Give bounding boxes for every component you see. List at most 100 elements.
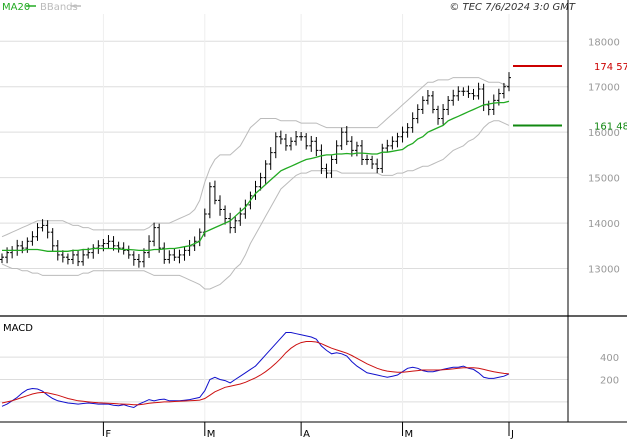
price-bar <box>60 250 65 263</box>
price-bar <box>461 87 466 96</box>
price-bar <box>253 180 258 200</box>
price-bar <box>425 90 430 105</box>
price-bar <box>446 96 451 116</box>
price-bar <box>314 137 319 157</box>
price-bar <box>486 100 491 116</box>
price-bar <box>212 180 217 205</box>
bbands-legend-label: BBands <box>40 2 78 13</box>
price-bar <box>218 195 223 216</box>
price-bar <box>81 248 86 266</box>
price-bar <box>233 216 238 233</box>
price-y-tick-label: 18000 <box>588 37 620 48</box>
price-bar <box>273 132 278 159</box>
price-bar <box>329 155 334 178</box>
price-bar <box>410 112 415 133</box>
price-bar <box>172 248 177 261</box>
ma20-legend-label: MA20 <box>2 2 30 13</box>
macd-y-tick-label: 200 <box>600 376 619 387</box>
price-bar <box>263 160 268 184</box>
price-bar <box>436 105 441 125</box>
price-bar <box>319 144 324 174</box>
price-y-tick-label: 15000 <box>588 174 620 185</box>
price-bar <box>288 137 293 151</box>
month-tick-label: M <box>207 429 216 440</box>
price-y-tick-label: 17000 <box>588 83 620 94</box>
price-bar <box>466 85 471 98</box>
price-bar <box>177 249 182 264</box>
price-bar <box>5 247 10 264</box>
price-bar <box>370 155 375 169</box>
price-bar <box>481 83 486 112</box>
price-bar <box>96 240 101 254</box>
month-tick-label: J <box>510 429 514 440</box>
price-bar <box>491 94 496 115</box>
price-y-tick-label: 14000 <box>588 219 620 230</box>
price-bar <box>420 96 425 114</box>
price-bar <box>476 82 481 100</box>
resistance-level-label: 174 57 <box>594 62 627 73</box>
price-bar <box>55 240 60 261</box>
price-bar <box>101 239 106 252</box>
price-bar <box>375 158 380 174</box>
price-bar <box>283 133 288 151</box>
price-bar <box>65 253 70 265</box>
price-bar <box>365 154 370 165</box>
price-bar <box>152 222 157 247</box>
support-level-label: 161 48 <box>594 121 627 132</box>
price-bar <box>121 242 126 255</box>
price-bar <box>207 182 212 219</box>
price-bar <box>471 88 476 100</box>
price-bar <box>70 249 75 265</box>
price-bar <box>35 223 40 241</box>
price-bar <box>456 86 461 101</box>
signal-line <box>1 341 510 406</box>
price-bar <box>268 147 273 170</box>
price-bar <box>415 104 420 124</box>
price-bar <box>116 241 121 253</box>
price-bar <box>147 235 152 258</box>
price-bar <box>380 143 385 173</box>
price-bar <box>395 132 400 148</box>
price-bar <box>157 223 162 253</box>
price-bar <box>76 250 81 267</box>
price-bar <box>294 131 299 146</box>
price-bar <box>385 139 390 153</box>
price-bar <box>304 133 309 150</box>
price-panel: 130001400015000160001700018000174 57161 … <box>0 14 627 314</box>
price-bar <box>197 228 202 247</box>
chart-header: MA20 BBands © TEC 7/6/2024 3:0 GMT <box>2 2 576 13</box>
price-bar <box>0 253 4 264</box>
month-tick-label: A <box>303 429 310 440</box>
price-bar <box>126 245 131 259</box>
price-bar <box>50 228 55 252</box>
price-bar <box>10 246 15 259</box>
price-bar <box>354 141 359 157</box>
stock-chart: MA20 BBands © TEC 7/6/2024 3:0 GMT 13000… <box>0 0 627 440</box>
macd-y-tick-label: 400 <box>600 353 619 364</box>
price-bar <box>390 136 395 150</box>
macd-panel-title: MACD <box>3 323 33 334</box>
price-bar <box>405 123 410 138</box>
month-tick-label: F <box>105 429 111 440</box>
price-bar <box>162 242 167 264</box>
price-bar <box>131 251 136 266</box>
price-bar <box>451 89 456 106</box>
price-bar <box>507 72 511 92</box>
source-stamp: © TEC 7/6/2024 3:0 GMT <box>449 2 576 13</box>
price-bar <box>15 239 20 256</box>
price-bar <box>167 250 172 264</box>
price-bar <box>430 91 435 114</box>
price-bar <box>309 135 314 152</box>
price-bar <box>441 104 446 125</box>
price-bar <box>136 254 141 268</box>
price-bar <box>334 140 339 164</box>
price-bar <box>339 127 344 150</box>
ma20-line <box>2 100 510 252</box>
price-y-tick-label: 13000 <box>588 265 620 276</box>
price-bar <box>223 205 228 225</box>
price-bar <box>106 235 111 249</box>
month-tick-label: M <box>405 429 414 440</box>
price-bar <box>299 132 304 141</box>
price-bar <box>182 246 187 261</box>
price-bar <box>187 239 192 256</box>
